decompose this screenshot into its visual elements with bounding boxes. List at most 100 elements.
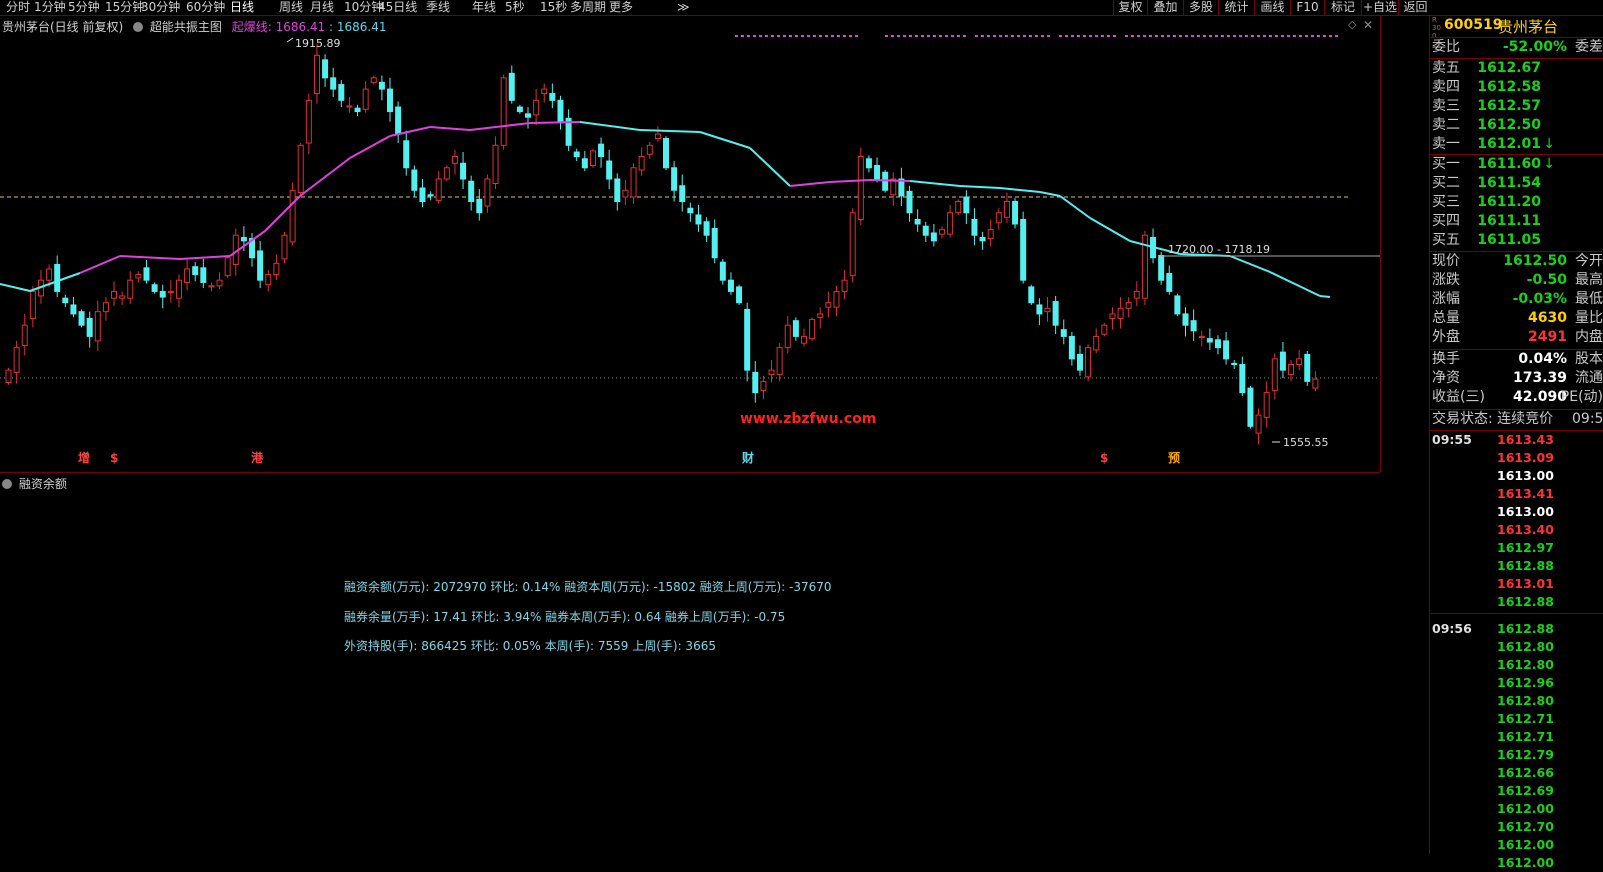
- candle-body: [833, 290, 840, 308]
- tick-row: 09:56 1612.88: [1430, 620, 1603, 638]
- candle-body: [679, 185, 686, 202]
- candle-body: [281, 234, 288, 260]
- tick-row: 1612.66: [1430, 764, 1603, 782]
- toolbar-button-5[interactable]: F10: [1290, 0, 1324, 15]
- bid-level-5: 买五 1611.05: [1430, 231, 1603, 250]
- toolbar-button-7[interactable]: +自选: [1361, 0, 1398, 15]
- tab-timeframe-3[interactable]: 15分钟: [105, 0, 144, 15]
- candle-body: [346, 105, 353, 108]
- event-marker[interactable]: 预: [1168, 451, 1180, 465]
- signal-dot: [1269, 35, 1272, 37]
- stat-1-value: -0.50: [1526, 272, 1567, 288]
- order-ratio-value: -52.00%: [1502, 39, 1567, 55]
- tab-timeframe-15[interactable]: 多周期: [570, 0, 606, 15]
- tab-timeframe-2[interactable]: 5分钟: [68, 0, 100, 15]
- indicator-line-segment: [909, 180, 961, 187]
- tab-timeframe-8[interactable]: 月线: [310, 0, 334, 15]
- signal-dot: [1287, 35, 1290, 37]
- tab-timeframe-11[interactable]: 季线: [426, 0, 450, 15]
- candle-body: [1109, 313, 1116, 319]
- divider: [1430, 613, 1603, 614]
- stat-3-label2: 量比: [1575, 310, 1603, 326]
- candle-body: [1085, 347, 1092, 378]
- candle-body: [663, 138, 669, 169]
- bid-level-4-value: 1611.11: [1477, 213, 1541, 229]
- tick-row: 1612.79: [1430, 746, 1603, 764]
- tick-row: 1612.88: [1430, 593, 1603, 611]
- tick-price: 1613.41: [1497, 486, 1554, 501]
- candle-body: [403, 140, 410, 169]
- kline-canvas[interactable]: 177416131915.891555.551720.00 - 1718.19w…: [0, 16, 1380, 471]
- candle-body: [362, 88, 369, 110]
- indicator-dropdown-icon[interactable]: [2, 479, 12, 489]
- tick-row: 1612.69: [1430, 782, 1603, 800]
- ask-level-5-value: 1612.67: [1477, 60, 1541, 76]
- candle-body: [208, 285, 215, 288]
- tick-time: 09:55: [1432, 432, 1472, 447]
- indicator-line-segment: [119, 255, 181, 260]
- signal-dot: [843, 35, 846, 37]
- event-marker[interactable]: $: [1100, 451, 1108, 465]
- candle-body: [46, 268, 53, 281]
- signal-dot: [1005, 35, 1008, 37]
- stat2-1-value: 173.39: [1512, 370, 1567, 386]
- candle-body: [695, 214, 702, 225]
- candle-body: [54, 263, 61, 292]
- kline-chart[interactable]: 贵州茅台(日线 前复权) 超能共振主图 起爆线: 1686.41 : 1686.…: [0, 16, 1380, 471]
- signal-dot: [909, 35, 912, 37]
- candle-body: [94, 311, 101, 342]
- toolbar-button-6[interactable]: 标记: [1324, 0, 1361, 15]
- tab-timeframe-16[interactable]: 更多: [609, 0, 633, 15]
- candle-body: [1182, 313, 1189, 326]
- stock-name: 贵州茅台: [1498, 18, 1559, 36]
- indicator-line-segment: [469, 122, 531, 131]
- tab-timeframe-12[interactable]: 年线: [472, 0, 496, 15]
- candle-body: [257, 250, 264, 281]
- tab-timeframe-0[interactable]: 分时: [6, 0, 30, 15]
- bid-level-1-value: 1611.60: [1477, 156, 1541, 172]
- stat-0-label2: 今开: [1575, 253, 1603, 269]
- bid-level-2-value: 1611.54: [1477, 175, 1541, 191]
- toolbar-button-1[interactable]: 叠加: [1147, 0, 1183, 15]
- toolbar-button-3[interactable]: 统计: [1218, 0, 1254, 15]
- stat-0-value: 1612.50: [1503, 253, 1567, 269]
- tab-timeframe-14[interactable]: 15秒: [540, 0, 567, 15]
- ask-level-1-value: 1612.01: [1477, 136, 1541, 152]
- event-marker[interactable]: 财: [741, 450, 754, 465]
- toolbar-button-0[interactable]: 复权: [1113, 0, 1147, 15]
- candle-body: [752, 371, 759, 394]
- signal-dot: [819, 35, 822, 37]
- toolbar-button-8[interactable]: 返回: [1398, 0, 1432, 15]
- toolbar-button-4[interactable]: 画线: [1254, 0, 1290, 15]
- event-marker[interactable]: 港: [251, 450, 264, 465]
- event-marker[interactable]: $: [110, 451, 118, 465]
- event-marker[interactable]: 增: [78, 450, 90, 465]
- tab-timeframe-5[interactable]: 60分钟: [186, 0, 225, 15]
- tab-timeframe-7[interactable]: 周线: [279, 0, 303, 15]
- candle-body: [1304, 353, 1311, 382]
- ask-level-2-label: 卖二: [1432, 117, 1460, 133]
- candle-body: [654, 133, 661, 140]
- tick-price: 1612.88: [1497, 558, 1554, 573]
- signal-dot: [1167, 35, 1170, 37]
- signal-dot: [885, 35, 888, 37]
- bid-level-4-label: 买四: [1432, 213, 1460, 229]
- tab-timeframe-6[interactable]: 日线: [230, 0, 254, 15]
- candle-body: [589, 150, 596, 167]
- chevron-right-icon[interactable]: ≫: [677, 0, 690, 15]
- signal-dot: [975, 35, 978, 37]
- candle-body: [849, 212, 856, 277]
- tick-price: 1613.43: [1497, 432, 1554, 447]
- candle-body: [955, 200, 962, 214]
- signal-dot: [1329, 35, 1332, 37]
- signal-dot: [1155, 35, 1158, 37]
- tick-price: 1612.71: [1497, 711, 1554, 726]
- tab-timeframe-1[interactable]: 1分钟: [34, 0, 66, 15]
- toolbar-button-2[interactable]: 多股: [1183, 0, 1218, 15]
- stat-3: 总量 4630 量比: [1430, 309, 1603, 328]
- candle-body: [192, 266, 199, 276]
- tab-timeframe-13[interactable]: 5秒: [505, 0, 525, 15]
- tab-timeframe-10[interactable]: 45日线: [378, 0, 417, 15]
- tab-timeframe-4[interactable]: 30分钟: [141, 0, 180, 15]
- indicator-line-segment: [579, 121, 641, 131]
